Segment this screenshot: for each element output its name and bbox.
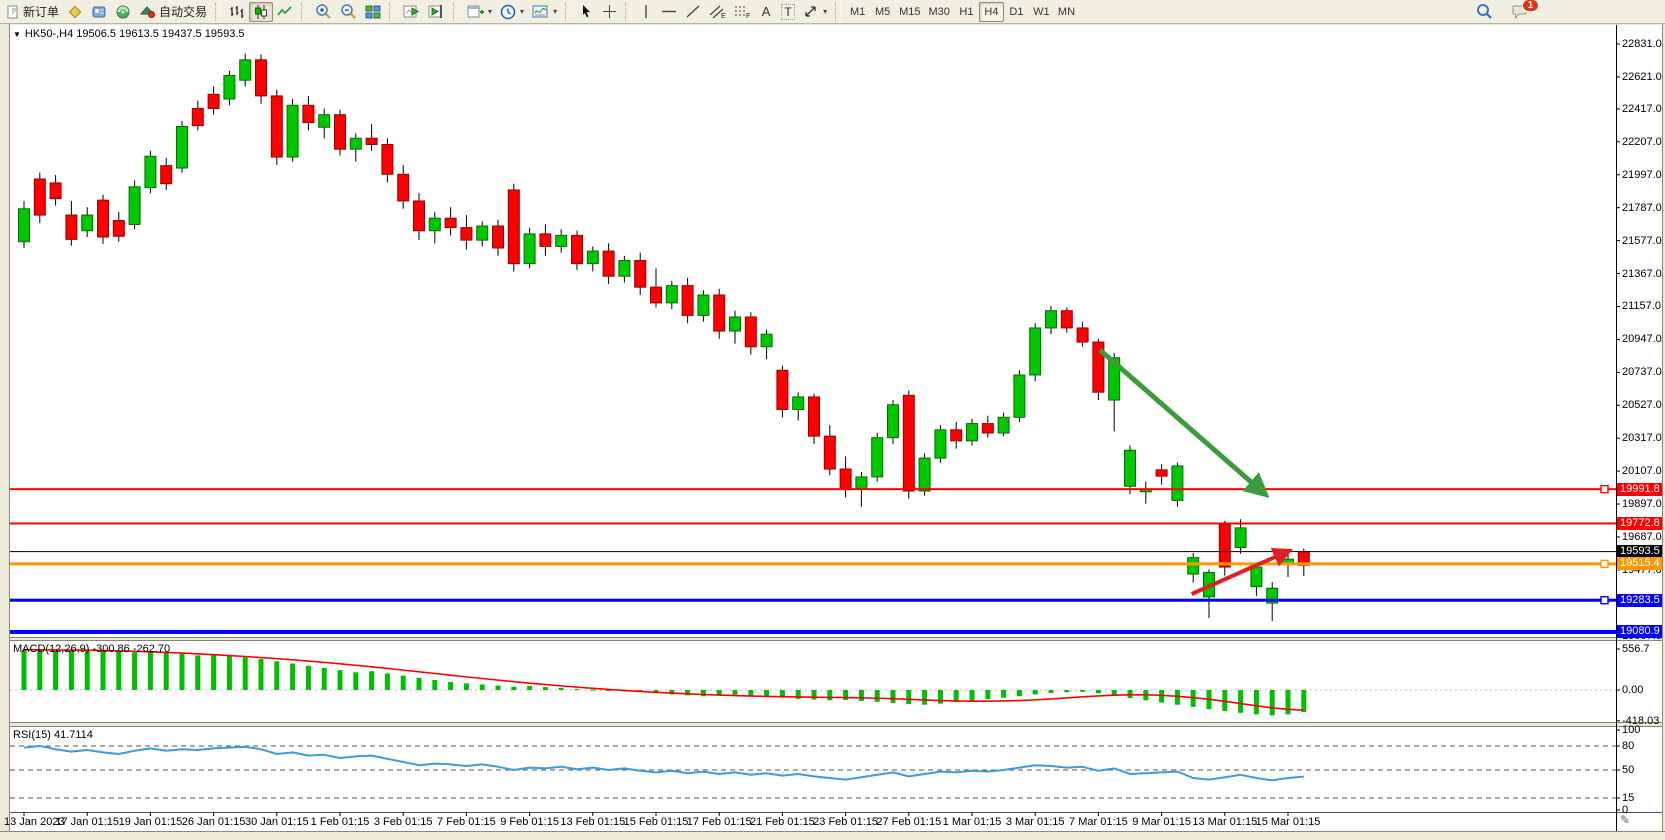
axis-separator (10, 812, 1662, 813)
label-button[interactable]: T (777, 2, 799, 22)
quotes-button[interactable] (63, 2, 87, 22)
dropdown-caret-icon: ▾ (553, 7, 557, 16)
search-icon (1476, 3, 1493, 20)
fibonacci-icon: F (734, 4, 751, 19)
notification-badge: 1 (1522, 0, 1539, 12)
candles-chart-button[interactable] (249, 2, 273, 22)
pane-splitter[interactable] (10, 637, 1662, 641)
vertical-line-button[interactable] (635, 2, 657, 22)
signal-icon (115, 4, 131, 20)
chart-dropdown-icon[interactable]: ▼ (13, 30, 21, 39)
zoom-out-icon (340, 3, 357, 20)
templates-button[interactable]: ▾ (528, 2, 561, 22)
fibonacci-button[interactable]: F (730, 2, 755, 22)
profile-button[interactable] (87, 2, 111, 22)
timeframe-m1[interactable]: M1 (845, 2, 870, 22)
timeframe-m30[interactable]: M30 (925, 2, 954, 22)
timeframe-m15[interactable]: M15 (895, 2, 924, 22)
chart-shift-button[interactable] (424, 2, 449, 22)
toolbar-separator (453, 3, 459, 21)
dropdown-caret-icon: ▾ (488, 7, 492, 16)
auto-scroll-button[interactable] (399, 2, 424, 22)
toolbar-separator (835, 3, 841, 21)
gold-diamond-icon (67, 4, 83, 20)
label-tool-icon: T (781, 4, 794, 20)
search-button[interactable] (1472, 2, 1497, 22)
time-axis[interactable] (10, 813, 1662, 831)
mt4-window: 新订单 自动交易 (0, 0, 1665, 840)
profile-icon (91, 4, 107, 20)
timeframe-w1[interactable]: W1 (1029, 2, 1054, 22)
new-chart-icon (467, 4, 484, 19)
new-chart-button[interactable]: ▾ (463, 2, 496, 22)
zoom-in-icon (315, 3, 332, 20)
toolbar-separator (389, 3, 395, 21)
candles-chart-icon (253, 4, 269, 20)
axis-pencil-icon[interactable]: ✎ (1620, 813, 1630, 827)
rsi-indicator-label: RSI(15) 41.7114 (13, 729, 93, 741)
autotrade-button[interactable]: 自动交易 (135, 2, 211, 22)
trendline-icon (685, 4, 701, 19)
line-chart-button[interactable] (273, 2, 297, 22)
svg-text:E: E (721, 13, 726, 19)
channel-button[interactable]: E (705, 2, 730, 22)
channel-icon: E (709, 4, 726, 19)
bars-chart-icon (229, 4, 245, 20)
svg-text:F: F (746, 13, 750, 19)
macd-indicator-label: MACD(12,26,9) -300.86 -262.70 (13, 643, 170, 655)
dropdown-caret-icon: ▾ (823, 7, 827, 16)
arrows-button[interactable]: ▾ (799, 2, 831, 22)
text-button[interactable]: A (755, 2, 777, 22)
clock-icon (500, 4, 516, 20)
crosshair-button[interactable] (598, 2, 621, 22)
toolbar-separator (301, 3, 307, 21)
toolbar-separator (625, 3, 631, 21)
tile-windows-button[interactable] (361, 2, 385, 22)
autotrade-icon (139, 4, 156, 19)
notifications-button[interactable]: 1 (1507, 2, 1533, 22)
autotrade-label: 自动交易 (159, 3, 207, 20)
periods-button[interactable]: ▾ (496, 2, 528, 22)
chart-ohlc-title: ▼ HK50-,H4 19506.5 19613.5 19437.5 19593.… (13, 28, 245, 40)
new-order-button[interactable]: 新订单 (2, 2, 63, 22)
signals-button[interactable] (111, 2, 135, 22)
timeframe-h1[interactable]: H1 (954, 2, 979, 22)
main-toolbar: 新订单 自动交易 (0, 0, 1665, 24)
main-chart-pane[interactable] (10, 25, 1662, 637)
timeframe-m5[interactable]: M5 (870, 2, 895, 22)
line-chart-icon (277, 4, 293, 20)
text-tool-icon: A (762, 4, 771, 19)
tile-windows-icon (365, 4, 381, 20)
trendline-button[interactable] (681, 2, 705, 22)
toolbar-separator (215, 3, 221, 21)
timeframe-mn[interactable]: MN (1054, 2, 1079, 22)
window-frame-left (0, 24, 10, 840)
chart-shift-icon (428, 4, 445, 19)
window-frame-bottom (0, 831, 1665, 840)
zoom-in-button[interactable] (311, 2, 336, 22)
timeframe-h4[interactable]: H4 (979, 2, 1004, 22)
templates-icon (532, 4, 549, 19)
toolbar-separator (565, 3, 571, 21)
arrows-tool-icon (803, 4, 819, 19)
auto-scroll-icon (403, 4, 420, 19)
horizontal-line-button[interactable] (657, 2, 681, 22)
new-order-icon (6, 5, 20, 19)
new-order-label: 新订单 (23, 3, 59, 20)
zoom-out-button[interactable] (336, 2, 361, 22)
dropdown-caret-icon: ▾ (520, 7, 524, 16)
vertical-line-icon (639, 4, 653, 19)
timeframe-d1[interactable]: D1 (1004, 2, 1029, 22)
horizontal-line-icon (661, 4, 677, 19)
ohlc-readout: HK50-,H4 19506.5 19613.5 19437.5 19593.5 (25, 28, 245, 40)
macd-pane[interactable] (10, 641, 1662, 722)
crosshair-icon (602, 4, 617, 19)
rsi-pane[interactable] (10, 727, 1662, 812)
cursor-button[interactable] (575, 2, 598, 22)
pane-splitter[interactable] (10, 722, 1662, 727)
bars-chart-button[interactable] (225, 2, 249, 22)
cursor-icon (579, 4, 594, 19)
